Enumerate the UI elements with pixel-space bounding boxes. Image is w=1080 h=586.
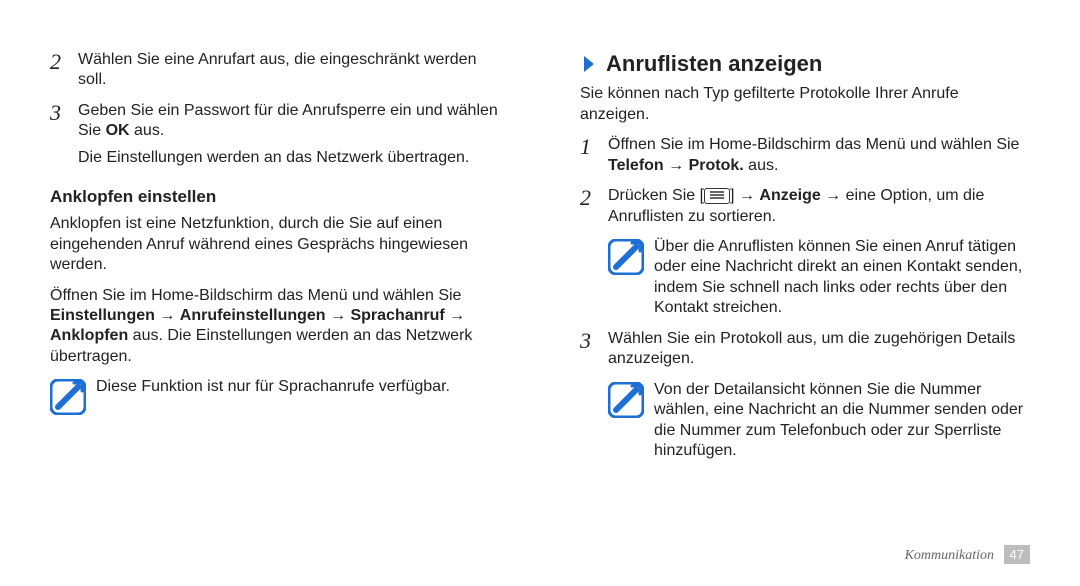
- bold-text: Einstellungen: [50, 307, 155, 324]
- bold-text: Protok.: [689, 157, 744, 174]
- note-icon: [608, 382, 644, 418]
- paragraph: Anklopfen ist eine Netzfunktion, durch d…: [50, 214, 500, 275]
- note-row: Über die Anruflisten können Sie einen An…: [608, 237, 1030, 319]
- arrow: →: [155, 307, 180, 324]
- footer-label: Kommunikation: [905, 548, 994, 563]
- text: Drücken Sie [: [608, 187, 704, 204]
- step-body: Drücken Sie [] → Anzeige → eine Option, …: [608, 186, 1030, 227]
- step-1: 1 Öffnen Sie im Home-Bildschirm das Menü…: [580, 135, 1030, 176]
- paragraph: Sie können nach Typ gefilterte Protokoll…: [580, 84, 1030, 125]
- note-body: Von der Detailansicht können Sie die Num…: [654, 380, 1030, 462]
- text: Öffnen Sie im Home-Bildschirm das Menü u…: [50, 287, 461, 304]
- step-3: 3 Wählen Sie ein Protokoll aus, um die z…: [580, 329, 1030, 370]
- step-body: Wählen Sie eine Anrufart aus, die einges…: [78, 50, 500, 91]
- step-body: Wählen Sie ein Protokoll aus, um die zug…: [608, 329, 1030, 370]
- text: Öffnen Sie im Home-Bildschirm das Menü u…: [608, 136, 1019, 153]
- bold-text: OK: [106, 122, 130, 139]
- sub-para: Die Einstellungen werden an das Netzwerk…: [78, 148, 500, 168]
- step-number: 2: [50, 50, 78, 91]
- arrow: →: [664, 157, 689, 174]
- section-head: Anruflisten anzeigen: [580, 50, 1030, 78]
- note-body: Diese Funktion ist nur für Sprachanrufe …: [96, 377, 500, 397]
- arrow: →: [445, 307, 465, 324]
- paragraph: Öffnen Sie im Home-Bildschirm das Menü u…: [50, 286, 500, 368]
- step-body: Geben Sie ein Passwort für die Anrufsper…: [78, 101, 500, 168]
- bold-text: Sprachanruf: [350, 307, 444, 324]
- chevron-right-icon: [580, 54, 600, 74]
- text: aus.: [744, 157, 779, 174]
- note-row: Von der Detailansicht können Sie die Num…: [608, 380, 1030, 462]
- note-icon: [608, 239, 644, 275]
- step-3: 3 Geben Sie ein Passwort für die Anrufsp…: [50, 101, 500, 168]
- bold-text: Anklopfen: [50, 327, 128, 344]
- menu-key-icon: [704, 188, 730, 204]
- step-body: Öffnen Sie im Home-Bildschirm das Menü u…: [608, 135, 1030, 176]
- note-row: Diese Funktion ist nur für Sprachanrufe …: [50, 377, 500, 415]
- arrow: →: [326, 307, 351, 324]
- bold-text: Telefon: [608, 157, 664, 174]
- step-number: 2: [580, 186, 608, 227]
- step-2: 2 Wählen Sie eine Anrufart aus, die eing…: [50, 50, 500, 91]
- subheading-anklopfen: Anklopfen einstellen: [50, 186, 500, 208]
- bold-text: Anrufeinstellungen: [180, 307, 326, 324]
- text: ] →: [730, 187, 759, 204]
- step-2: 2 Drücken Sie [] → Anzeige → eine Option…: [580, 186, 1030, 227]
- step-number: 1: [580, 135, 608, 176]
- bold-text: Anzeige: [759, 187, 820, 204]
- step-number: 3: [580, 329, 608, 370]
- text: aus.: [130, 122, 165, 139]
- step-number: 3: [50, 101, 78, 168]
- section-title: Anruflisten anzeigen: [606, 50, 822, 78]
- page-number: 47: [1004, 545, 1030, 564]
- note-icon: [50, 379, 86, 415]
- footer: Kommunikation 47: [905, 547, 1030, 564]
- note-body: Über die Anruflisten können Sie einen An…: [654, 237, 1030, 319]
